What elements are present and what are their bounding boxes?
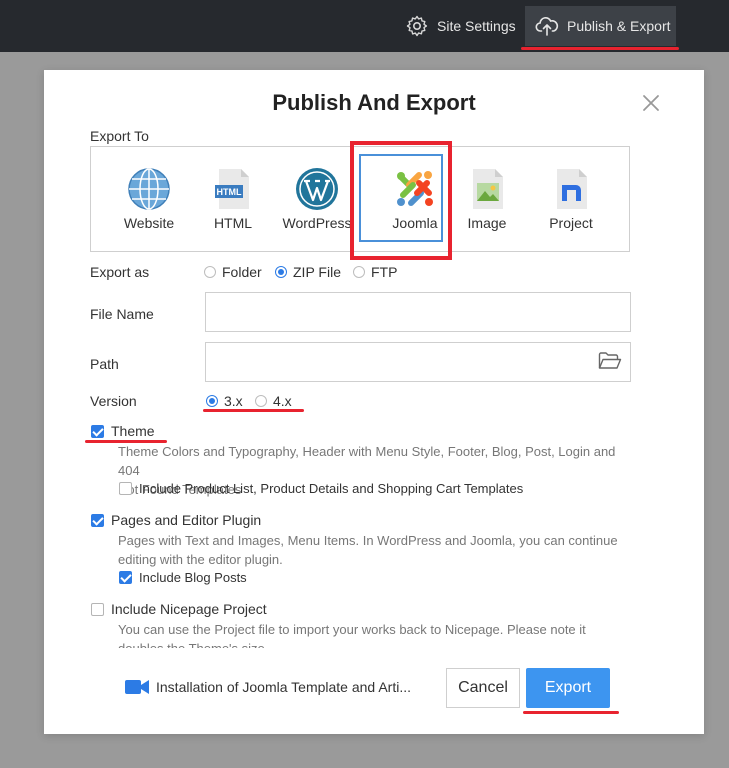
path-input[interactable] xyxy=(205,342,631,382)
theme-checkbox[interactable]: Theme xyxy=(91,423,155,439)
publish-export-label: Publish & Export xyxy=(567,18,671,34)
file-name-input[interactable] xyxy=(205,292,631,332)
export-as-folder-label: Folder xyxy=(222,264,262,280)
dialog-title: Publish And Export xyxy=(272,90,476,115)
include-product-templates-checkbox[interactable]: Include Product List, Product Details an… xyxy=(119,481,523,496)
version-4x-label: 4.x xyxy=(273,393,292,409)
target-project-label: Project xyxy=(549,215,593,231)
close-icon[interactable] xyxy=(642,94,660,112)
radio-dot-selected xyxy=(206,395,218,407)
checkbox-unchecked xyxy=(119,482,132,495)
wordpress-icon xyxy=(296,168,338,210)
include-nicepage-project-checkbox[interactable]: Include Nicepage Project xyxy=(91,601,267,617)
gear-icon xyxy=(406,15,428,37)
theme-description-line1: Theme Colors and Typography, Header with… xyxy=(118,444,616,478)
checkbox-checked xyxy=(119,571,132,584)
path-label: Path xyxy=(90,356,119,372)
nicepage-project-description: You can use the Project file to import y… xyxy=(118,620,638,648)
radio-dot xyxy=(204,266,216,278)
pages-description-line1: Pages with Text and Images, Menu Items. … xyxy=(118,533,618,548)
cloud-upload-icon xyxy=(535,17,559,36)
cancel-button[interactable]: Cancel xyxy=(446,668,520,708)
pages-description: Pages with Text and Images, Menu Items. … xyxy=(118,531,638,569)
joomla-annotation-box xyxy=(350,141,452,260)
version-3x-label: 3.x xyxy=(224,393,243,409)
version-4x-radio[interactable]: 4.x xyxy=(255,393,292,409)
target-website[interactable]: Website xyxy=(107,147,191,253)
include-blog-posts-label: Include Blog Posts xyxy=(139,570,247,585)
svg-text:HTML: HTML xyxy=(217,187,242,197)
site-settings-label: Site Settings xyxy=(437,18,516,34)
target-website-label: Website xyxy=(123,215,175,231)
export-button[interactable]: Export xyxy=(526,668,610,708)
target-wordpress[interactable]: WordPress xyxy=(275,147,359,253)
include-blog-posts-checkbox[interactable]: Include Blog Posts xyxy=(119,570,247,585)
radio-dot-selected xyxy=(275,266,287,278)
export-to-label: Export To xyxy=(90,128,149,144)
radio-dot xyxy=(353,266,365,278)
export-as-zip-radio[interactable]: ZIP File xyxy=(275,264,341,280)
checkbox-checked xyxy=(91,424,104,438)
publish-export-dialog: Publish And Export Export To Website HTM… xyxy=(44,70,704,734)
publish-export-button[interactable]: Publish & Export xyxy=(525,6,676,46)
target-image[interactable]: Image xyxy=(445,147,529,253)
target-image-label: Image xyxy=(467,215,507,231)
nicepage-project-icon xyxy=(557,169,587,209)
version-label: Version xyxy=(90,393,137,409)
export-as-ftp-radio[interactable]: FTP xyxy=(353,264,397,280)
installation-guide-link[interactable]: Installation of Joomla Template and Arti… xyxy=(124,678,411,696)
target-wordpress-label: WordPress xyxy=(282,215,352,231)
target-html-label: HTML xyxy=(213,215,253,231)
file-name-label: File Name xyxy=(90,306,154,322)
checkbox-unchecked xyxy=(91,602,104,616)
export-as-label: Export as xyxy=(90,264,150,280)
include-product-templates-label: Include Product List, Product Details an… xyxy=(139,481,524,496)
theme-label: Theme xyxy=(111,423,155,439)
nicepage-project-description-line2: doubles the Theme's size. xyxy=(118,639,638,648)
export-as-ftp-label: FTP xyxy=(371,264,398,280)
nicepage-project-description-line1: You can use the Project file to import y… xyxy=(118,622,586,637)
version-3x-radio[interactable]: 3.x xyxy=(206,393,243,409)
export-annotation-underline xyxy=(523,711,619,714)
pages-description-line2: editing with the editor plugin. xyxy=(118,552,283,567)
target-html[interactable]: HTML HTML xyxy=(191,147,275,253)
html-file-icon: HTML xyxy=(215,169,249,209)
checkbox-checked xyxy=(91,513,104,527)
publish-annotation-underline xyxy=(521,47,679,50)
pages-editor-plugin-label: Pages and Editor Plugin xyxy=(111,512,262,528)
top-toolbar: Site Settings Publish & Export xyxy=(0,0,729,52)
folder-open-icon[interactable] xyxy=(598,351,622,371)
include-nicepage-project-label: Include Nicepage Project xyxy=(111,601,267,617)
pages-editor-plugin-checkbox[interactable]: Pages and Editor Plugin xyxy=(91,512,261,528)
video-camera-icon xyxy=(125,680,149,694)
export-as-folder-radio[interactable]: Folder xyxy=(204,264,262,280)
installation-guide-label: Installation of Joomla Template and Arti… xyxy=(156,679,411,695)
version-annotation-underline xyxy=(203,409,304,412)
export-as-zip-label: ZIP File xyxy=(293,264,341,280)
radio-dot xyxy=(255,395,267,407)
image-file-icon xyxy=(473,169,503,209)
site-settings-button[interactable]: Site Settings xyxy=(405,6,516,46)
target-project[interactable]: Project xyxy=(529,147,613,253)
globe-icon xyxy=(128,168,170,210)
